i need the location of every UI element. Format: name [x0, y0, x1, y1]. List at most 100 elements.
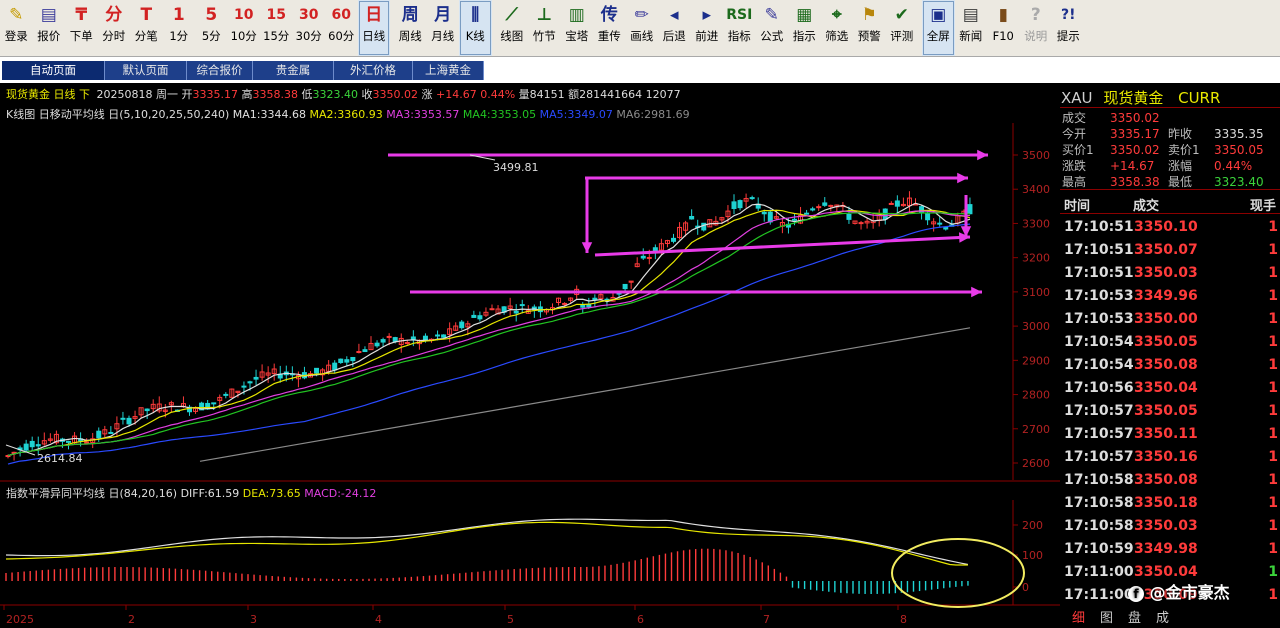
- tick-row[interactable]: 17:10:59 3349.98 1: [1062, 538, 1278, 561]
- alert-icon: ⚑: [861, 5, 877, 25]
- bottom-tab-chart[interactable]: 图: [1100, 607, 1113, 626]
- minute-30-icon: 30: [299, 7, 319, 23]
- intraday-icon: 分: [105, 5, 123, 25]
- candle-body: [640, 255, 646, 259]
- tick-row[interactable]: 17:10:58 3350.18 1: [1062, 492, 1278, 515]
- toolbar-button-18[interactable]: 传重传: [593, 0, 626, 56]
- bottom-tab-trades[interactable]: 成: [1156, 607, 1169, 626]
- toolbar-button-26[interactable]: ⚑ 预警: [853, 0, 886, 56]
- toolbar-button-12[interactable]: 周周线: [394, 0, 427, 56]
- bottom-tab-book[interactable]: 盘: [1128, 607, 1141, 626]
- toolbar-button-7[interactable]: 10 10分: [228, 0, 261, 56]
- candle-body: [362, 349, 368, 353]
- candle-body: [767, 211, 773, 223]
- tick-row[interactable]: 17:10:54 3350.05 1: [1062, 331, 1278, 354]
- toolbar-button-3[interactable]: 分分时: [98, 0, 131, 56]
- toolbar-button-22[interactable]: RSI 指标: [723, 0, 756, 56]
- toolbar-label: 下单: [69, 29, 93, 43]
- candle-body: [84, 441, 90, 444]
- candle-body: [858, 222, 864, 225]
- toolbar-button-5[interactable]: 1 1分: [163, 0, 196, 56]
- toolbar-label: 日线: [362, 29, 386, 43]
- tick-header-volume: 现手: [1249, 199, 1276, 214]
- tick-row[interactable]: 17:10:56 3350.04 1: [1062, 377, 1278, 400]
- candle-body: [241, 385, 247, 388]
- toolbar-button-17[interactable]: ▥ 宝塔: [561, 0, 594, 56]
- toolbar-button-13[interactable]: 月月线: [427, 0, 460, 56]
- toolbar-button-28[interactable]: ▣ 全屏: [922, 0, 955, 56]
- toolbar-button-1[interactable]: ▤ 报价: [33, 0, 66, 56]
- toolbar-button-10[interactable]: 60 60分: [325, 0, 358, 56]
- toolbar-button-23[interactable]: ✎ 公式: [756, 0, 789, 56]
- toolbar-button-30[interactable]: ▮ F10: [987, 0, 1020, 56]
- quote-label: 今开: [1062, 127, 1087, 141]
- toolbar-button-32[interactable]: ?! 提示: [1052, 0, 1085, 56]
- tab-shanghai-gold[interactable]: 上海黄金: [413, 61, 484, 80]
- tick-row[interactable]: 17:10:57 3350.05 1: [1062, 400, 1278, 423]
- toolbar-button-29[interactable]: ▤ 新闻: [955, 0, 988, 56]
- candle-body: [828, 204, 834, 207]
- tick-row[interactable]: 17:10:54 3350.08 1: [1062, 354, 1278, 377]
- toolbar-button-19[interactable]: ✏ 画线: [626, 0, 659, 56]
- tab-comprehensive-quote[interactable]: 综合报价: [187, 61, 253, 80]
- ma6-line: [199, 327, 971, 462]
- toolbar-button-31[interactable]: ? 说明: [1020, 0, 1053, 56]
- minute-15-icon: 15: [266, 7, 286, 23]
- kline-icon: ⫼: [471, 5, 480, 25]
- toolbar-button-0[interactable]: ✎ 登录: [0, 0, 33, 56]
- candle-body: [441, 334, 447, 338]
- bottom-tab-detail[interactable]: 细: [1072, 607, 1085, 626]
- tick-vol: 1: [1268, 449, 1278, 465]
- toolbar-button-2[interactable]: ₸ 下单: [65, 0, 98, 56]
- toolbar-label: 月线: [431, 29, 455, 43]
- toolbar-button-9[interactable]: 30 30分: [293, 0, 326, 56]
- range-bottom-arrow: [594, 235, 971, 257]
- kline-svg: 3500340033003200310030002900280027002600…: [0, 123, 1060, 626]
- candle-body: [646, 256, 652, 259]
- tick-row[interactable]: 17:10:53 3350.00 1: [1062, 308, 1278, 331]
- tick-vol: 1: [1268, 265, 1278, 281]
- toolbar-button-15[interactable]: ⟋ 线图: [496, 0, 529, 56]
- tab-auto-page[interactable]: 自动页面: [2, 61, 105, 80]
- toolbar-button-8[interactable]: 15 15分: [260, 0, 293, 56]
- tick-row[interactable]: 17:10:51 3350.03 1: [1062, 262, 1278, 285]
- daily-icon: 日: [365, 5, 383, 25]
- toolbar-button-27[interactable]: ✔ 评测: [886, 0, 919, 56]
- tick-row[interactable]: 17:10:58 3350.03 1: [1062, 515, 1278, 538]
- candle-body: [338, 358, 344, 364]
- toolbar-button-6[interactable]: 5 5分: [195, 0, 228, 56]
- candle-body: [701, 222, 707, 231]
- toolbar-button-20[interactable]: ◂ 后退: [658, 0, 691, 56]
- tick-row[interactable]: 17:10:57 3350.11 1: [1062, 423, 1278, 446]
- x-tick-label: 7: [763, 613, 770, 626]
- tick-vol: 1: [1268, 587, 1278, 603]
- bamboo-icon: ⊥: [536, 5, 553, 25]
- quote-row: 最高 3358.38 最低 3323.40: [1062, 174, 1276, 190]
- tick-price: 3350.04: [1134, 380, 1198, 396]
- candle-body: [374, 342, 380, 347]
- toolbar-button-24[interactable]: ▦ 指示: [788, 0, 821, 56]
- toolbar-button-16[interactable]: ⊥ 竹节: [528, 0, 561, 56]
- tab-default-page[interactable]: 默认页面: [105, 61, 187, 80]
- tick-row[interactable]: 17:10:58 3350.08 1: [1062, 469, 1278, 492]
- toolbar-button-25[interactable]: ⌖ 筛选: [821, 0, 854, 56]
- quote-value: 3350.05: [1214, 143, 1264, 157]
- quote-label: 成交: [1062, 111, 1087, 125]
- tab-precious-metals[interactable]: 贵金属: [253, 61, 334, 80]
- quote-label: 买价1: [1062, 143, 1094, 157]
- toolbar-button-14[interactable]: ⫼ K线: [459, 0, 492, 56]
- kline-chart-area[interactable]: 现货黄金 日线 下 20250818 周一 开3335.17 高3358.38 …: [0, 85, 1061, 628]
- tower-icon: ▥: [568, 5, 585, 25]
- toolbar-button-11[interactable]: 日日线: [357, 0, 390, 56]
- tab-forex-prices[interactable]: 外汇价格: [334, 61, 413, 80]
- tick-row[interactable]: 17:10:53 3349.96 1: [1062, 285, 1278, 308]
- candle-body: [144, 408, 150, 412]
- tick-row[interactable]: 17:10:51 3350.10 1: [1062, 216, 1278, 239]
- toolbar-button-4[interactable]: T 分笔: [130, 0, 163, 56]
- candle-body: [223, 393, 229, 396]
- tick-row[interactable]: 17:10:51 3350.07 1: [1062, 239, 1278, 262]
- tick-row[interactable]: 17:10:57 3350.16 1: [1062, 446, 1278, 469]
- tick-time: 17:11:00: [1064, 564, 1134, 580]
- toolbar-button-21[interactable]: ▸ 前进: [691, 0, 724, 56]
- tick-time: 17:10:57: [1064, 403, 1134, 419]
